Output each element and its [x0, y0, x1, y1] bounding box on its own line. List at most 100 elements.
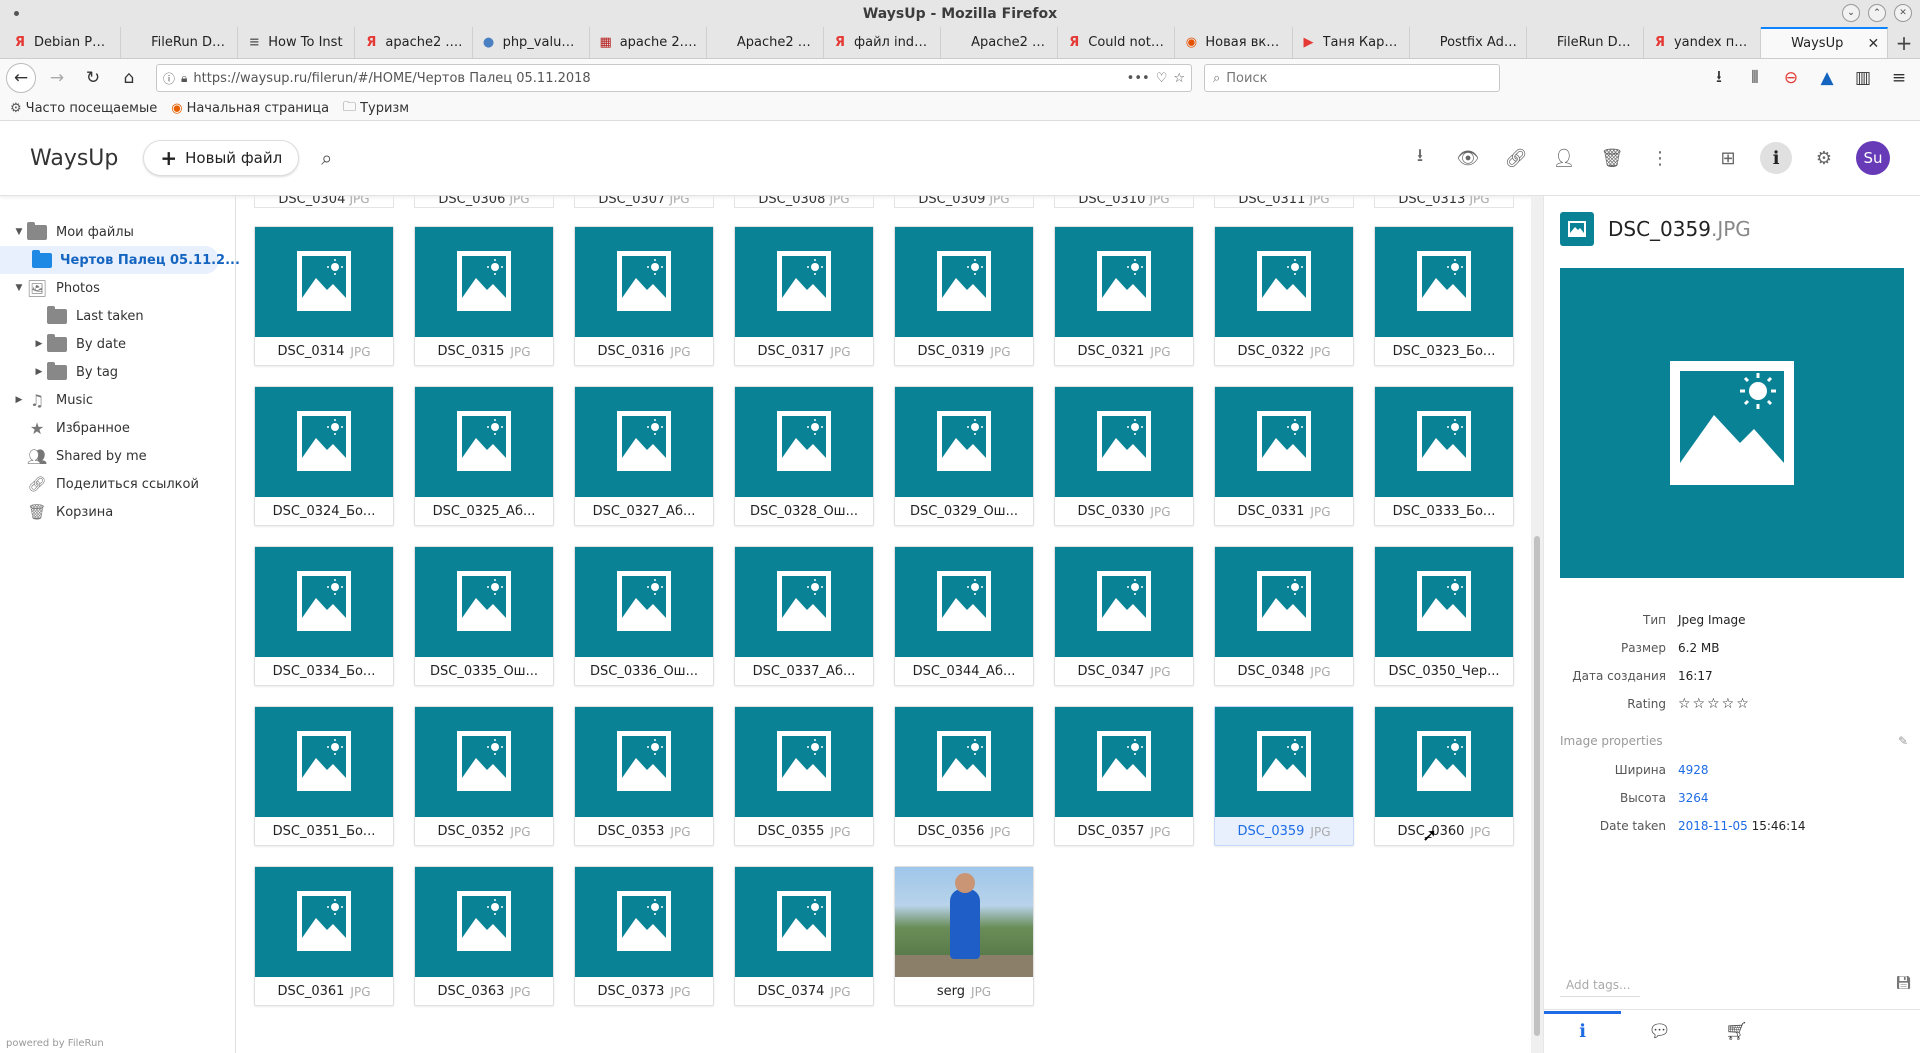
sidebar-item-8[interactable]: 👥︎ Shared by me — [0, 442, 235, 470]
sidebar-item-7[interactable]: ★ Избранное — [0, 414, 235, 442]
file-card[interactable]: DSC_0322 JPG — [1214, 226, 1354, 366]
property-value-link[interactable]: 2018-11-05 — [1678, 819, 1748, 833]
sidebar-item-4[interactable]: ▶ By date — [0, 330, 235, 358]
url-bar[interactable]: ⓘ 🔒︎ https://waysup.ru/filerun/#/HOME/Че… — [156, 64, 1192, 92]
partial-file-card[interactable]: DSC_0304 JPG — [254, 196, 394, 208]
file-card[interactable]: DSC_0327_Аб... — [574, 386, 714, 526]
file-card[interactable]: DSC_0361 JPG — [254, 866, 394, 1006]
save-tags-icon[interactable]: 💾︎ — [1895, 976, 1912, 991]
info-panel-icon[interactable]: ℹ — [1760, 142, 1792, 174]
tab-3[interactable]: Яapache2 .hta — [355, 27, 473, 58]
window-menu-dot[interactable] — [14, 11, 19, 16]
sidebar-item-5[interactable]: ▶ By tag — [0, 358, 235, 386]
extension-vpn-icon[interactable]: ▲ — [1812, 63, 1842, 93]
bookmark-0[interactable]: ⚙ Часто посещаемые — [10, 101, 157, 116]
file-card[interactable]: DSC_0359 JPG — [1214, 706, 1354, 846]
partial-file-card[interactable]: DSC_0306 JPG — [414, 196, 554, 208]
menu-icon[interactable]: ≡ — [1884, 63, 1914, 93]
tab-14[interactable]: Яyandex пере — [1644, 27, 1762, 58]
new-tab-button[interactable]: + — [1888, 27, 1920, 58]
share-user-icon[interactable]: 👤︎ — [1548, 142, 1580, 174]
extension-red-icon[interactable]: ⊖ — [1776, 63, 1806, 93]
expand-arrow-icon[interactable]: ▶ — [32, 367, 46, 377]
url-text[interactable]: https://waysup.ru/filerun/#/HOME/Чертов … — [193, 71, 1120, 86]
partial-file-card[interactable]: DSC_0309 JPG — [894, 196, 1034, 208]
tab-5[interactable]: ▦ apache 2.2 - — [590, 27, 707, 58]
back-button[interactable]: ← — [6, 63, 36, 93]
tab-10[interactable]: ◉ Новая вклад — [1175, 27, 1293, 58]
share-link-icon[interactable]: 🔗︎ — [1500, 142, 1532, 174]
settings-gear-icon[interactable]: ⚙ — [1808, 142, 1840, 174]
file-card[interactable]: DSC_0328_Ош... — [734, 386, 874, 526]
new-file-button[interactable]: + Новый файл — [143, 140, 300, 176]
file-card[interactable]: DSC_0357 JPG — [1054, 706, 1194, 846]
tab-info-icon[interactable]: ℹ — [1544, 1010, 1621, 1053]
tab-15[interactable]: WaysUp ✕ — [1761, 27, 1889, 58]
file-card[interactable]: DSC_0333_Бо... — [1374, 386, 1514, 526]
bookmark-1[interactable]: ◉ Начальная страница — [171, 101, 329, 116]
file-card[interactable]: DSC_0330 JPG — [1054, 386, 1194, 526]
file-card[interactable]: DSC_0337_Аб... — [734, 546, 874, 686]
sidebar-item-3[interactable]: Last taken — [0, 302, 235, 330]
powered-by[interactable]: powered by FileRun — [6, 1038, 104, 1049]
tab-cart-icon[interactable]: 🛒︎ — [1698, 1010, 1775, 1053]
tab-13[interactable]: FileRun Docs :: fi — [1527, 27, 1644, 58]
bookmark-2[interactable]: 🗀︎ Туризм — [343, 98, 409, 120]
tab-9[interactable]: Я Could not co — [1058, 27, 1176, 58]
file-card[interactable]: DSC_0331 JPG — [1214, 386, 1354, 526]
avatar[interactable]: Su — [1856, 141, 1890, 175]
tab-2[interactable]: ≡ How To Inst — [238, 27, 356, 58]
expand-arrow-icon[interactable]: ▶ — [32, 339, 46, 349]
property-value-link[interactable]: 3264 — [1678, 791, 1709, 805]
forward-button[interactable]: → — [42, 63, 72, 93]
partial-file-card[interactable]: DSC_0307 JPG — [574, 196, 714, 208]
grid-scrollbar[interactable] — [1531, 196, 1543, 1053]
delete-icon[interactable]: 🗑︎ — [1596, 142, 1628, 174]
file-card[interactable]: DSC_0353 JPG — [574, 706, 714, 846]
file-card[interactable]: DSC_0315 JPG — [414, 226, 554, 366]
file-card[interactable]: DSC_0317 JPG — [734, 226, 874, 366]
file-card[interactable]: DSC_0334_Бо... — [254, 546, 394, 686]
tab-7[interactable]: Яфайл index.l — [824, 27, 942, 58]
expand-arrow-icon[interactable]: ▼ — [12, 227, 26, 237]
tab-comments-icon[interactable]: 💬︎ — [1621, 1010, 1698, 1053]
app-brand[interactable]: WaysUp — [30, 146, 118, 171]
tab-1[interactable]: FileRun Docs :: fi — [121, 27, 239, 58]
preview-eye-icon[interactable]: 👁︎ — [1452, 142, 1484, 174]
view-grid-icon[interactable]: ⊞ — [1712, 142, 1744, 174]
add-tags-input[interactable]: Add tags... — [1560, 973, 1640, 997]
file-card[interactable]: DSC_0355 JPG — [734, 706, 874, 846]
rating-stars-icon[interactable]: ☆☆☆☆☆ — [1678, 696, 1751, 712]
page-actions-icon[interactable]: ••• — [1127, 71, 1150, 86]
file-card[interactable]: serg JPG — [894, 866, 1034, 1006]
lock-icon[interactable]: 🔒︎ — [181, 71, 187, 86]
tab-12[interactable]: Postfix Admin - — [1410, 27, 1527, 58]
expand-arrow-icon[interactable]: ▼ — [12, 283, 26, 293]
file-card[interactable]: DSC_0363 JPG — [414, 866, 554, 1006]
file-card[interactable]: DSC_0348 JPG — [1214, 546, 1354, 686]
file-card[interactable]: DSC_0335_Ош... — [414, 546, 554, 686]
file-card[interactable]: DSC_0319 JPG — [894, 226, 1034, 366]
reload-button[interactable]: ↻ — [78, 63, 108, 93]
sidebar-item-2[interactable]: ▼ 🖼︎ Photos — [0, 274, 235, 302]
sidebar-item-10[interactable]: 🗑︎ Корзина — [0, 498, 235, 526]
expand-arrow-icon[interactable]: ▶ — [12, 395, 26, 405]
file-card[interactable]: DSC_0336_Ош... — [574, 546, 714, 686]
sidebar-item-1[interactable]: Чертов Палец 05.11.2... — [0, 246, 240, 274]
sidebar-item-0[interactable]: ▼ Мои файлы — [0, 218, 235, 246]
file-card[interactable]: DSC_0329_Ош... — [894, 386, 1034, 526]
file-card[interactable]: DSC_0323_Бо... — [1374, 226, 1514, 366]
tab-0[interactable]: Я Debian Русс — [4, 27, 122, 58]
search-bar[interactable]: ⌕ Поиск — [1204, 64, 1500, 92]
tab-8[interactable]: Apache2 Ubunt — [941, 27, 1059, 58]
sidebar-item-9[interactable]: 🔗︎ Поделиться ссылкой — [0, 470, 235, 498]
file-card[interactable]: DSC_0321 JPG — [1054, 226, 1194, 366]
file-card[interactable]: DSC_0344_Аб... — [894, 546, 1034, 686]
partial-file-card[interactable]: DSC_0308 JPG — [734, 196, 874, 208]
minimize-icon[interactable]: ⌄ — [1842, 4, 1860, 22]
file-card[interactable]: DSC_0316 JPG — [574, 226, 714, 366]
file-card[interactable]: DSC_0373 JPG — [574, 866, 714, 1006]
download-icon[interactable]: ⭳ — [1404, 142, 1436, 174]
file-card[interactable]: DSC_0347 JPG — [1054, 546, 1194, 686]
file-card[interactable]: DSC_0360 JPG — [1374, 706, 1514, 846]
